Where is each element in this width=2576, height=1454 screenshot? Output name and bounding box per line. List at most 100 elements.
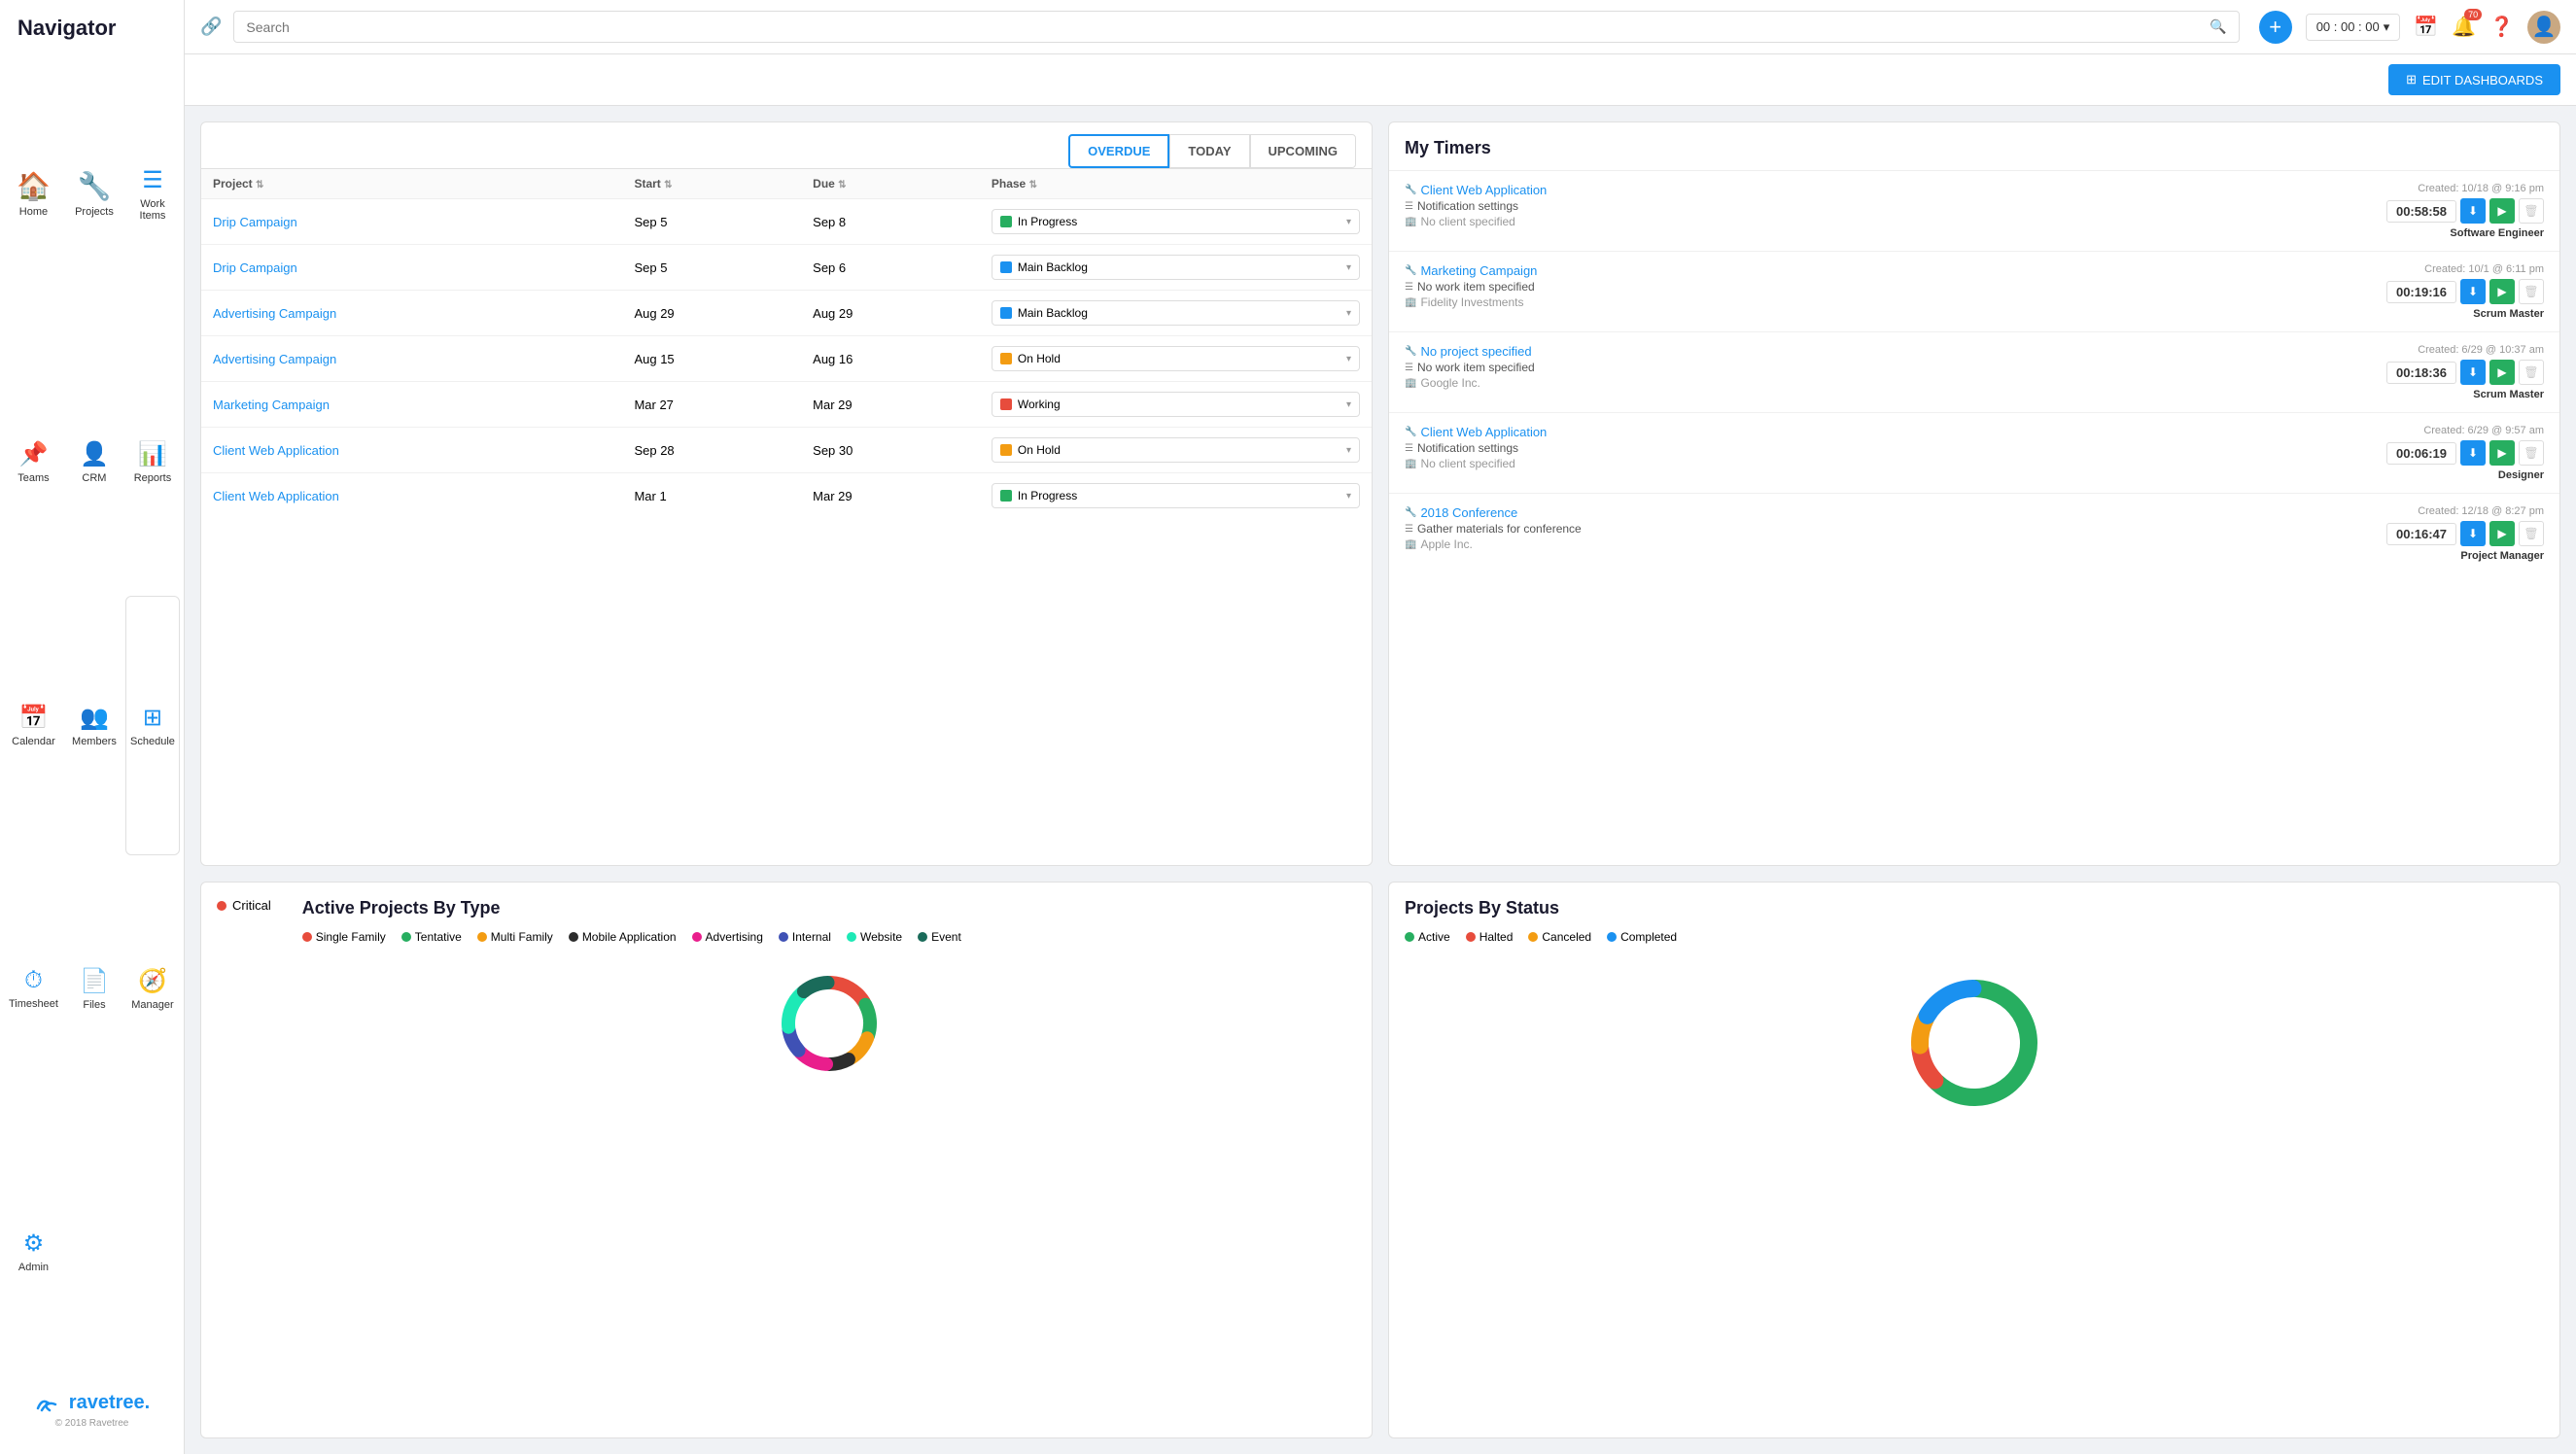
sidebar-item-projects[interactable]: 🔧 Projects bbox=[67, 58, 122, 329]
edit-dashboards-button[interactable]: ⊞ EDIT DASHBOARDS bbox=[2388, 64, 2560, 95]
phase-badge[interactable]: Working ▾ bbox=[992, 392, 1360, 417]
play-button[interactable]: ▶ bbox=[2489, 279, 2515, 304]
play-button[interactable]: ▶ bbox=[2489, 521, 2515, 546]
phase-label: Main Backlog bbox=[1018, 306, 1088, 320]
download-button[interactable]: ⬇ bbox=[2460, 360, 2486, 385]
list-icon: ☰ bbox=[1405, 201, 1413, 212]
sidebar-item-files[interactable]: 📄 Files bbox=[67, 859, 122, 1119]
download-button[interactable]: ⬇ bbox=[2460, 521, 2486, 546]
timer-project[interactable]: 🔧 Client Web Application bbox=[1405, 183, 2383, 197]
avatar[interactable]: 👤 bbox=[2527, 11, 2560, 44]
play-button[interactable]: ▶ bbox=[2489, 440, 2515, 466]
table-row: Advertising Campaign Aug 15 Aug 16 On Ho… bbox=[201, 336, 1372, 382]
project-link[interactable]: Drip Campaign bbox=[213, 260, 297, 275]
due-date: Sep 30 bbox=[801, 428, 980, 473]
sidebar-item-manager[interactable]: 🧭 Manager bbox=[125, 859, 180, 1119]
start-date: Mar 1 bbox=[622, 473, 801, 519]
phase-badge[interactable]: Main Backlog ▾ bbox=[992, 300, 1360, 326]
table-row: Drip Campaign Sep 5 Sep 6 Main Backlog ▾ bbox=[201, 245, 1372, 291]
search-input[interactable] bbox=[246, 19, 2202, 35]
download-button[interactable]: ⬇ bbox=[2460, 198, 2486, 224]
calendar-header-icon[interactable]: 📅 bbox=[2414, 15, 2438, 39]
phase-badge[interactable]: On Hold ▾ bbox=[992, 437, 1360, 463]
play-button[interactable]: ▶ bbox=[2489, 198, 2515, 224]
sidebar-item-calendar[interactable]: 📅 Calendar bbox=[4, 596, 63, 855]
sidebar-item-teams[interactable]: 📌 Teams bbox=[4, 333, 63, 593]
sidebar-item-label: Work Items bbox=[130, 198, 175, 222]
project-link[interactable]: Advertising Campaign bbox=[213, 352, 336, 366]
phase-badge[interactable]: Main Backlog ▾ bbox=[992, 255, 1360, 280]
project-link[interactable]: Advertising Campaign bbox=[213, 306, 336, 321]
sidebar-item-admin[interactable]: ⚙ Admin bbox=[4, 1122, 63, 1381]
phase-badge[interactable]: In Progress ▾ bbox=[992, 209, 1360, 234]
timer-project[interactable]: 🔧 No project specified bbox=[1405, 344, 2383, 359]
phase-badge[interactable]: In Progress ▾ bbox=[992, 483, 1360, 508]
project-link[interactable]: Drip Campaign bbox=[213, 215, 297, 229]
active-projects-card: Critical Active Projects By Type Single … bbox=[200, 882, 1373, 1438]
sidebar-item-work-items[interactable]: ☰ Work Items bbox=[125, 58, 180, 329]
phase-badge[interactable]: On Hold ▾ bbox=[992, 346, 1360, 371]
legend-item: Mobile Application bbox=[569, 930, 677, 944]
list-icon: ☰ bbox=[1405, 524, 1413, 535]
sidebar-item-schedule[interactable]: ⊞ Schedule bbox=[125, 596, 180, 855]
link-icon[interactable]: 🔗 bbox=[200, 17, 222, 37]
tab-upcoming[interactable]: UPCOMING bbox=[1250, 134, 1357, 168]
due-date: Sep 6 bbox=[801, 245, 980, 291]
col-start[interactable]: Start ⇅ bbox=[622, 169, 801, 199]
sidebar-item-members[interactable]: 👥 Members bbox=[67, 596, 122, 855]
project-link[interactable]: Marketing Campaign bbox=[213, 398, 330, 412]
legend-dot bbox=[1405, 932, 1414, 942]
delete-button[interactable]: 🗑 bbox=[2519, 440, 2544, 466]
col-project[interactable]: Project ⇅ bbox=[201, 169, 622, 199]
project-link[interactable]: Client Web Application bbox=[213, 489, 339, 503]
help-icon[interactable]: ❓ bbox=[2489, 15, 2514, 39]
timer-project[interactable]: 🔧 2018 Conference bbox=[1405, 505, 2383, 520]
notification-icon[interactable]: 🔔 70 bbox=[2452, 15, 2476, 39]
schedule-icon: ⊞ bbox=[143, 704, 162, 732]
list-icon: ☰ bbox=[1405, 363, 1413, 373]
legend-item: Single Family bbox=[302, 930, 386, 944]
building-icon: 🏢 bbox=[1405, 539, 1416, 550]
sidebar-item-label: Calendar bbox=[12, 736, 55, 747]
phase-dropdown-icon: ▾ bbox=[1346, 491, 1351, 502]
timer-project[interactable]: 🔧 Client Web Application bbox=[1405, 425, 2383, 439]
legend-item: Active bbox=[1405, 930, 1450, 944]
legend-label: Completed bbox=[1620, 930, 1677, 944]
sidebar-item-reports[interactable]: 📊 Reports bbox=[125, 333, 180, 593]
sidebar-item-label: Members bbox=[72, 736, 117, 747]
add-button[interactable]: + bbox=[2259, 11, 2292, 44]
active-projects-legend: Single FamilyTentativeMulti FamilyMobile… bbox=[302, 930, 1356, 944]
col-phase[interactable]: Phase ⇅ bbox=[980, 169, 1372, 199]
sidebar-item-home[interactable]: 🏠 Home bbox=[4, 58, 63, 329]
due-date: Aug 16 bbox=[801, 336, 980, 382]
delete-button[interactable]: 🗑 bbox=[2519, 198, 2544, 224]
sidebar-item-timesheet[interactable]: ⏱ Timesheet bbox=[4, 859, 63, 1119]
start-date: Sep 5 bbox=[622, 199, 801, 245]
home-icon: 🏠 bbox=[17, 170, 51, 202]
sidebar-item-crm[interactable]: 👤 CRM bbox=[67, 333, 122, 593]
download-button[interactable]: ⬇ bbox=[2460, 440, 2486, 466]
tabs-bar: OVERDUE TODAY UPCOMING bbox=[201, 122, 1372, 169]
col-due[interactable]: Due ⇅ bbox=[801, 169, 980, 199]
projects-status-legend: ActiveHaltedCanceledCompleted bbox=[1405, 930, 2544, 944]
delete-button[interactable]: 🗑 bbox=[2519, 279, 2544, 304]
sidebar-item-label: Home bbox=[19, 206, 48, 218]
phase-dot bbox=[1000, 307, 1012, 319]
sidebar-footer: ravetree. © 2018 Ravetree bbox=[24, 1381, 159, 1438]
timer-project[interactable]: 🔧 Marketing Campaign bbox=[1405, 263, 2383, 278]
timer-right: Created: 12/18 @ 8:27 pm 00:16:47 ⬇ ▶ 🗑 … bbox=[2386, 505, 2544, 562]
play-button[interactable]: ▶ bbox=[2489, 360, 2515, 385]
delete-button[interactable]: 🗑 bbox=[2519, 360, 2544, 385]
wrench-icon: 🔧 bbox=[1405, 346, 1416, 357]
tab-today[interactable]: TODAY bbox=[1169, 134, 1249, 168]
download-button[interactable]: ⬇ bbox=[2460, 279, 2486, 304]
timesheet-icon: ⏱ bbox=[24, 967, 43, 994]
sidebar-item-label: Reports bbox=[134, 472, 172, 484]
tab-overdue[interactable]: OVERDUE bbox=[1068, 134, 1169, 168]
delete-button[interactable]: 🗑 bbox=[2519, 521, 2544, 546]
timer-display[interactable]: 00 : 00 : 00 ▾ bbox=[2306, 14, 2401, 41]
legend-dot bbox=[847, 932, 856, 942]
legend-item: Completed bbox=[1607, 930, 1677, 944]
project-link[interactable]: Client Web Application bbox=[213, 443, 339, 458]
projects-status-card: Projects By Status ActiveHaltedCanceledC… bbox=[1388, 882, 2560, 1438]
